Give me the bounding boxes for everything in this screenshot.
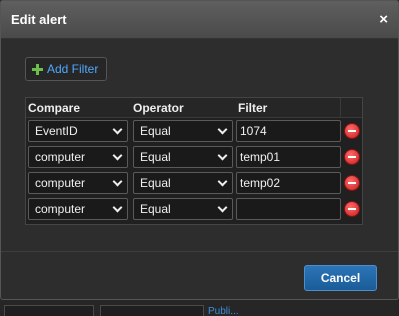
- plus-icon: [32, 63, 43, 75]
- compare-select[interactable]: EventID: [28, 120, 128, 142]
- operator-value: Equal: [140, 150, 171, 164]
- add-filter-button[interactable]: Add Filter: [25, 57, 108, 81]
- filter-table: Compare Operator Filter EventID Equal 10…: [25, 97, 363, 225]
- background-input-1: [4, 305, 94, 316]
- chevron-down-icon: [112, 124, 123, 134]
- header-operator: Operator: [133, 100, 184, 115]
- remove-icon[interactable]: [345, 202, 359, 216]
- add-filter-label: Add Filter: [47, 62, 99, 76]
- operator-select[interactable]: Equal: [133, 146, 233, 168]
- operator-select[interactable]: Equal: [133, 172, 233, 194]
- filter-input[interactable]: 1074: [236, 120, 341, 142]
- operator-select[interactable]: Equal: [133, 198, 233, 220]
- table-header: Compare Operator Filter: [26, 98, 362, 118]
- header-action: [340, 98, 362, 117]
- table-row: computer Equal temp01: [26, 144, 362, 170]
- header-compare: Compare: [28, 100, 81, 115]
- chevron-down-icon: [217, 176, 228, 186]
- chevron-down-icon: [217, 150, 228, 160]
- filter-input[interactable]: [236, 198, 341, 220]
- remove-icon[interactable]: [345, 176, 359, 190]
- table-row: EventID Equal 1074: [26, 118, 362, 144]
- footer-divider: [1, 251, 398, 252]
- close-icon[interactable]: ×: [379, 12, 388, 27]
- filter-input[interactable]: temp01: [236, 146, 341, 168]
- remove-icon[interactable]: [345, 150, 359, 164]
- edit-alert-dialog: Edit alert × Add Filter Compare Operator…: [0, 0, 399, 300]
- table-row: computer Equal: [26, 196, 362, 222]
- chevron-down-icon: [112, 176, 123, 186]
- filter-input[interactable]: temp02: [236, 172, 341, 194]
- dialog-title: Edit alert: [11, 12, 67, 27]
- operator-select[interactable]: Equal: [133, 120, 233, 142]
- compare-select[interactable]: computer: [28, 172, 128, 194]
- chevron-down-icon: [217, 124, 228, 134]
- table-row: computer Equal temp02: [26, 170, 362, 196]
- background-link: Publi...: [208, 306, 239, 316]
- compare-select[interactable]: computer: [28, 198, 128, 220]
- dialog-titlebar: Edit alert ×: [1, 1, 398, 39]
- operator-value: Equal: [140, 176, 171, 190]
- compare-value: computer: [35, 150, 86, 164]
- remove-icon[interactable]: [345, 124, 359, 138]
- background-input-2: [100, 305, 204, 316]
- cancel-button[interactable]: Cancel: [304, 265, 377, 291]
- header-filter: Filter: [238, 100, 268, 115]
- operator-value: Equal: [140, 124, 171, 138]
- compare-value: EventID: [35, 124, 78, 138]
- compare-value: computer: [35, 176, 86, 190]
- chevron-down-icon: [112, 202, 123, 212]
- chevron-down-icon: [217, 202, 228, 212]
- compare-select[interactable]: computer: [28, 146, 128, 168]
- chevron-down-icon: [112, 150, 123, 160]
- compare-value: computer: [35, 202, 86, 216]
- operator-value: Equal: [140, 202, 171, 216]
